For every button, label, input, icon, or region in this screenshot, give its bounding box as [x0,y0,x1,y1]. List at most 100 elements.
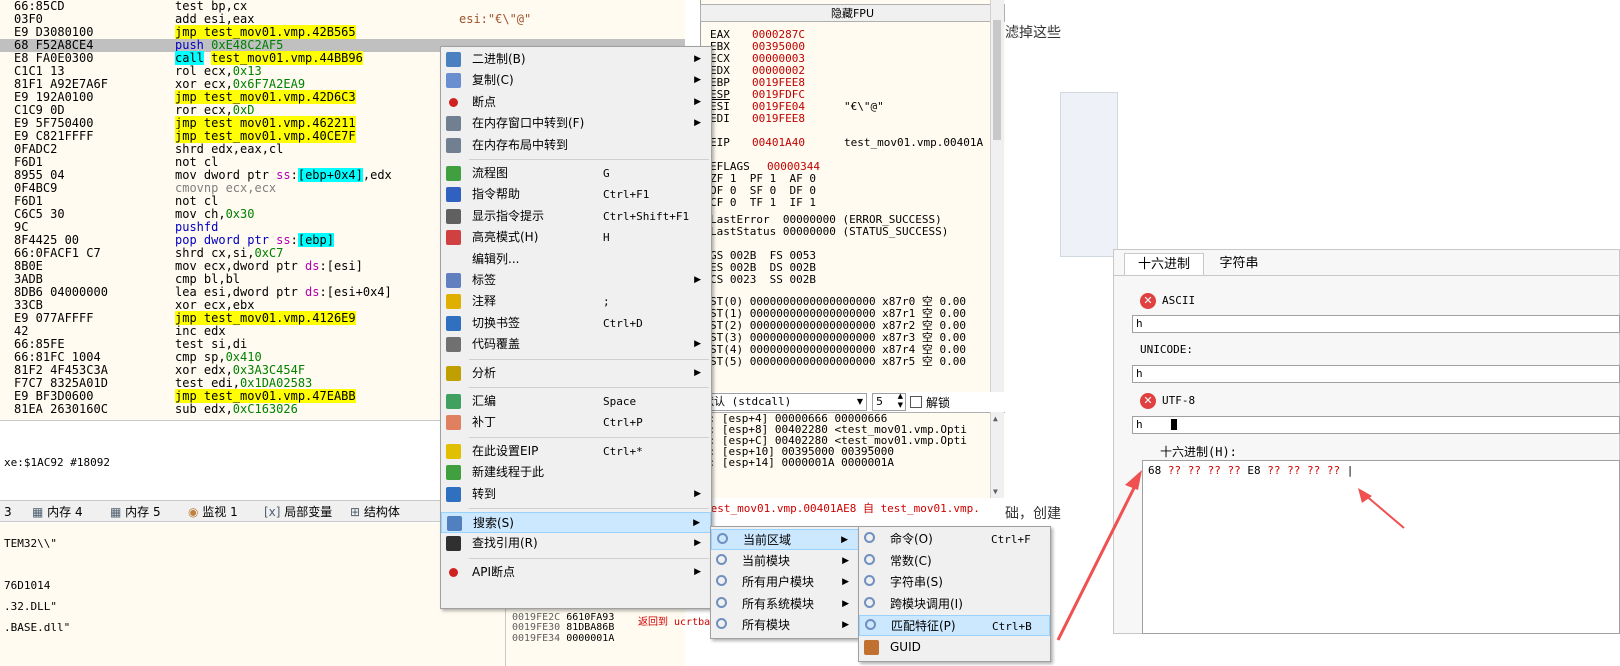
instruction-part: ,edx [362,168,392,182]
tab-5[interactable]: [x] 局部变量 [264,504,332,520]
register-edi[interactable]: EDI 0019FEE8 [710,113,844,125]
instruction-part: jmp test_mov01.vmp.47EABB [175,389,356,403]
unlock-checkbox[interactable] [910,396,922,408]
text-caret: | [1346,464,1354,477]
search-type-3[interactable]: 跨模块调用(I) [859,594,1050,615]
stack-dump-row[interactable]: 0019FE34 0000001A [512,633,614,644]
search-scope-3[interactable]: 所有系统模块 ▶ [711,594,859,615]
search-scope-4[interactable]: 所有模块 ▶ [711,615,859,636]
menu-item-18[interactable]: 新建线程于此 [441,462,711,483]
stack-arg-row[interactable]: 5: [esp+14] 0000001A 0000001A [702,457,894,468]
menu-separator [469,358,709,360]
fpu-register[interactable]: ST(5) 0000000000000000000 x87r5 空 0.00 [710,356,966,368]
menu-item-11[interactable]: 注释; [441,291,711,312]
instruction-part: 0x1DA02583 [240,376,313,390]
menu-item-9[interactable]: 编辑列... [441,249,711,270]
instruction-part: xor ecx,ebx [175,298,255,312]
tab-3[interactable]: ▦ 内存 5 [110,504,161,520]
help-icon [446,187,461,203]
tab-label: 内存 4 [47,505,83,519]
disasm-row[interactable]: 66:85CD test bp,cx [0,0,685,13]
menu-item-17[interactable]: 在此设置EIP Ctrl+* [441,441,711,462]
search-type-0[interactable]: 命令(O) Ctrl+F [859,529,1050,550]
menu-item-10[interactable]: 标签 ▶ [441,270,711,291]
ascii-input[interactable]: h [1132,315,1620,333]
submenu-arrow-icon: ▶ [694,75,701,86]
submenu-arrow-icon: ▶ [694,367,701,378]
constant-icon [864,553,875,565]
stack-dump-row[interactable]: 0019FE30 81DBA86B [512,623,614,633]
magnifier-icon [716,596,727,608]
instruction-part: jmp test_mov01.vmp.4126E9 [175,311,356,325]
hex-token: ?? [1267,464,1288,477]
flags-line[interactable]: CF 0 TF 1 IF 1 [710,197,816,209]
menu-item-12[interactable]: 切换书签 Ctrl+D [441,313,711,334]
menu-item-14[interactable]: 分析 ▶ [441,363,711,384]
utf8-input[interactable]: h [1132,416,1620,434]
tab-2[interactable]: ▦ 内存 4 [32,504,83,520]
instruction-part: ds [305,259,320,273]
menu-item-5[interactable]: 流程图 G [441,163,711,184]
search-type-4[interactable]: 匹配特征(P) Ctrl+B [859,615,1050,636]
search-scope-1[interactable]: 当前模块 ▶ [711,551,859,572]
menu-item-16[interactable]: 补丁 Ctrl+P [441,412,711,433]
tab-4[interactable]: ◉ 监视 1 [188,504,238,520]
instruction-part: mov dword ptr [175,168,277,182]
search-type-5[interactable]: GUID [859,637,1050,658]
menu-item-2[interactable]: 断点 ▶ [441,92,711,113]
memory-map-icon [446,137,461,153]
hide-fpu-button[interactable]: 隐藏FPU [700,4,1005,22]
memory-icon: ▦ [110,505,126,519]
submenu-arrow-icon: ▶ [842,577,849,587]
tab-1[interactable]: 3 [4,504,12,520]
struct-icon: ⊞ [350,505,364,519]
menu-item-shortcut: Ctrl+B [992,620,1032,633]
stack-value: 81DBA86B [566,622,615,633]
instruction-part: pushfd [175,220,219,234]
menu-item-shortcut: G [603,167,610,180]
tab-hex[interactable]: 十六进制 [1124,253,1204,275]
menu-item-0[interactable]: 二进制(B) ▶ [441,49,711,70]
menu-item-1[interactable]: 复制(C) ▶ [441,70,711,91]
menu-item-8[interactable]: 高亮模式(H) H [441,227,711,248]
register-eip[interactable]: EIP 00401A40 test_mov01.vmp.00401A [710,137,983,149]
menu-item-22[interactable]: API断点 ▶ [441,562,711,583]
search-scope-2[interactable]: 所有用户模块 ▶ [711,572,859,593]
menu-item-20[interactable]: 搜索(S) ▶ [441,512,711,533]
tab-6[interactable]: ⊞ 结构体 [350,504,400,520]
menu-item-21[interactable]: 查找引用(R) ▶ [441,533,711,554]
search-type-2[interactable]: 字符串(S) [859,572,1050,593]
search-type-1[interactable]: 常数(C) [859,551,1050,572]
arg-count-spinner[interactable]: 5 ▲ ▼ [872,392,906,411]
scroll-down-icon[interactable]: ▼ [993,487,998,496]
stack-scrollbar[interactable]: ▲ ▼ [990,412,1004,498]
menu-item-15[interactable]: 汇编 Space [441,391,711,412]
menu-item-6[interactable]: 指令帮助 Ctrl+F1 [441,184,711,205]
call-stack-args[interactable]: 1: [esp+4] 00000666 00000666 2: [esp+8] 0… [700,412,1005,498]
utf8-value: h [1136,418,1143,431]
unicode-input[interactable]: h [1132,365,1620,383]
info-text: xe:$1AC92 #18092 [4,456,110,469]
menu-item-7[interactable]: 显示指令提示 Ctrl+Shift+F1 [441,206,711,227]
calling-convention-select[interactable]: 默认 (stdcall) ▼ [700,393,867,411]
dump-line: TEM32\\" [4,537,57,550]
menu-item-label: 命令(O) [890,532,933,546]
menu-item-4[interactable]: 在内存布局中转到 [441,135,711,156]
register-scroll-thumb[interactable] [993,20,1001,140]
tab-string[interactable]: 字符串 [1209,253,1269,275]
menu-item-label: 当前模块 [742,553,791,568]
menu-item-shortcut: Ctrl+F [991,533,1031,546]
register-scrollbar[interactable] [990,0,1004,392]
submenu-arrow-icon: ▶ [694,96,701,107]
disasm-row[interactable]: E9 D3080100 jmp test_mov01.vmp.42B565 [0,25,685,39]
menu-item-13[interactable]: 代码覆盖 ▶ [441,334,711,355]
hex-pattern-input[interactable]: 68 ?? ?? ?? ?? E8 ?? ?? ?? ?? | [1142,460,1620,634]
menu-item-3[interactable]: 在内存窗口中转到(F) ▶ [441,113,711,134]
menu-item-19[interactable]: 转到 ▶ [441,484,711,505]
last-status[interactable]: LastStatus 00000000 (STATUS_SUCCESS) [710,226,948,238]
segment-registers[interactable]: CS 0023 SS 002B [710,274,816,286]
search-scope-0[interactable]: 当前区域 ▶ [711,529,859,550]
dump-pane[interactable]: TEM32\\" 76D1014 .32.DLL" .BASE.dll" [0,523,505,666]
scroll-up-icon[interactable]: ▲ [993,414,998,423]
stack-dump-row[interactable]: 0019FE2C 6610FA93 [512,612,614,623]
